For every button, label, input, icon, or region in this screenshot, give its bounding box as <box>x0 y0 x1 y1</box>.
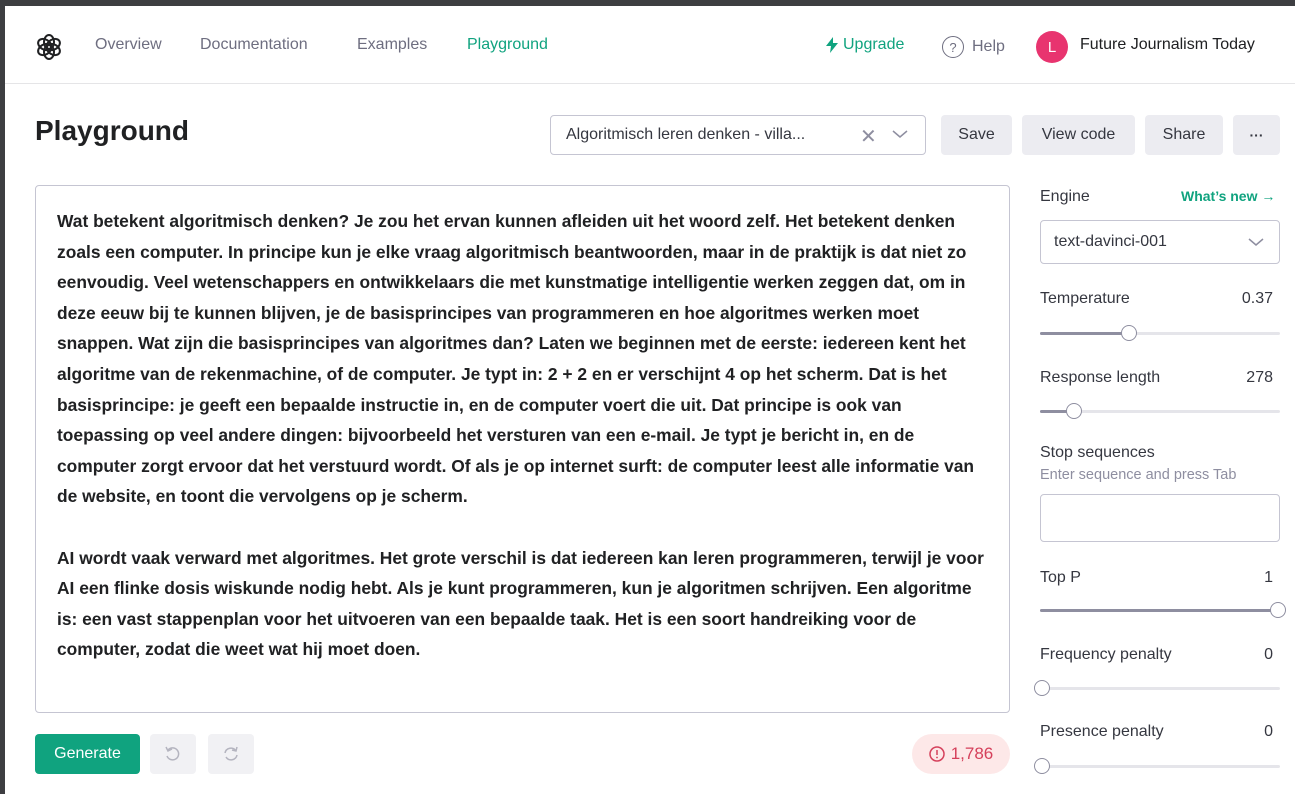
prompt-paragraph: Wat betekent algoritmisch denken? Je zou… <box>57 211 975 507</box>
refresh-icon <box>224 746 238 761</box>
nav-link-examples[interactable]: Examples <box>357 36 427 54</box>
slider-thumb[interactable] <box>1034 758 1050 774</box>
temperature-slider[interactable] <box>1040 324 1280 342</box>
whats-new-link[interactable]: What’s new → <box>1181 188 1275 204</box>
preset-select[interactable]: Algoritmisch leren denken - villa... ✕ <box>550 115 926 155</box>
top-nav: Overview Documentation Examples Playgrou… <box>5 6 1295 84</box>
response-length-slider[interactable] <box>1040 402 1280 420</box>
org-name[interactable]: Future Journalism Today <box>1080 36 1255 54</box>
frequency-penalty-slider[interactable] <box>1034 679 1280 697</box>
lightning-icon <box>826 37 838 53</box>
stop-sequences-label: Stop sequences <box>1040 444 1155 461</box>
slider-thumb[interactable] <box>1034 680 1050 696</box>
view-code-button[interactable]: View code <box>1022 115 1135 155</box>
top-p-value: 1 <box>1264 569 1273 586</box>
token-count: 1,786 <box>950 744 994 763</box>
regenerate-button[interactable] <box>208 734 254 774</box>
prompt-textarea[interactable]: Wat betekent algoritmisch denken? Je zou… <box>35 185 1010 713</box>
undo-button[interactable] <box>150 734 196 774</box>
presence-penalty-value: 0 <box>1264 723 1273 740</box>
frequency-penalty-label: Frequency penalty <box>1040 646 1172 663</box>
response-length-value: 278 <box>1246 369 1273 386</box>
undo-icon <box>165 746 180 761</box>
page-title: Playground <box>35 115 190 146</box>
presence-penalty-slider[interactable] <box>1034 757 1280 775</box>
nav-link-overview[interactable]: Overview <box>95 36 162 54</box>
slider-thumb[interactable] <box>1065 403 1082 419</box>
engine-label: Engine <box>1040 188 1090 205</box>
upgrade-label: Upgrade <box>843 36 905 53</box>
nav-link-playground[interactable]: Playground <box>467 36 548 54</box>
openai-logo-icon[interactable] <box>34 32 64 62</box>
share-button[interactable]: Share <box>1145 115 1223 155</box>
more-options-button[interactable]: ··· <box>1233 115 1280 155</box>
upgrade-link[interactable]: Upgrade <box>826 36 904 54</box>
temperature-value: 0.37 <box>1241 290 1273 307</box>
temperature-label: Temperature <box>1040 290 1130 307</box>
prompt-paragraph: AI wordt vaak verward met algoritmes. He… <box>57 547 984 660</box>
avatar[interactable]: L <box>1036 31 1068 63</box>
help-link[interactable]: ? Help <box>942 36 1005 58</box>
generate-button[interactable]: Generate <box>35 734 140 774</box>
slider-thumb[interactable] <box>1270 602 1286 618</box>
nav-link-documentation[interactable]: Documentation <box>200 36 308 54</box>
top-p-label: Top P <box>1040 569 1081 586</box>
alert-circle-icon <box>928 746 945 762</box>
clear-icon[interactable]: ✕ <box>860 124 877 149</box>
save-button[interactable]: Save <box>941 115 1012 155</box>
stop-sequences-input[interactable] <box>1040 494 1280 542</box>
preset-value: Algoritmisch leren denken - villa... <box>566 126 806 143</box>
token-count-badge: 1,786 <box>912 734 1010 774</box>
engine-value: text-davinci-001 <box>1054 233 1167 250</box>
chevron-down-icon <box>892 130 908 138</box>
response-length-label: Response length <box>1040 369 1161 386</box>
help-label: Help <box>972 38 1005 55</box>
window-frame-left <box>0 0 5 794</box>
stop-sequences-hint: Enter sequence and press Tab <box>1040 467 1237 483</box>
chevron-down-icon <box>1248 238 1264 246</box>
top-p-slider[interactable] <box>1040 601 1286 619</box>
question-circle-icon: ? <box>942 36 964 58</box>
engine-select[interactable]: text-davinci-001 <box>1040 220 1280 264</box>
frequency-penalty-value: 0 <box>1264 646 1273 663</box>
presence-penalty-label: Presence penalty <box>1040 723 1164 740</box>
slider-thumb[interactable] <box>1120 325 1137 341</box>
